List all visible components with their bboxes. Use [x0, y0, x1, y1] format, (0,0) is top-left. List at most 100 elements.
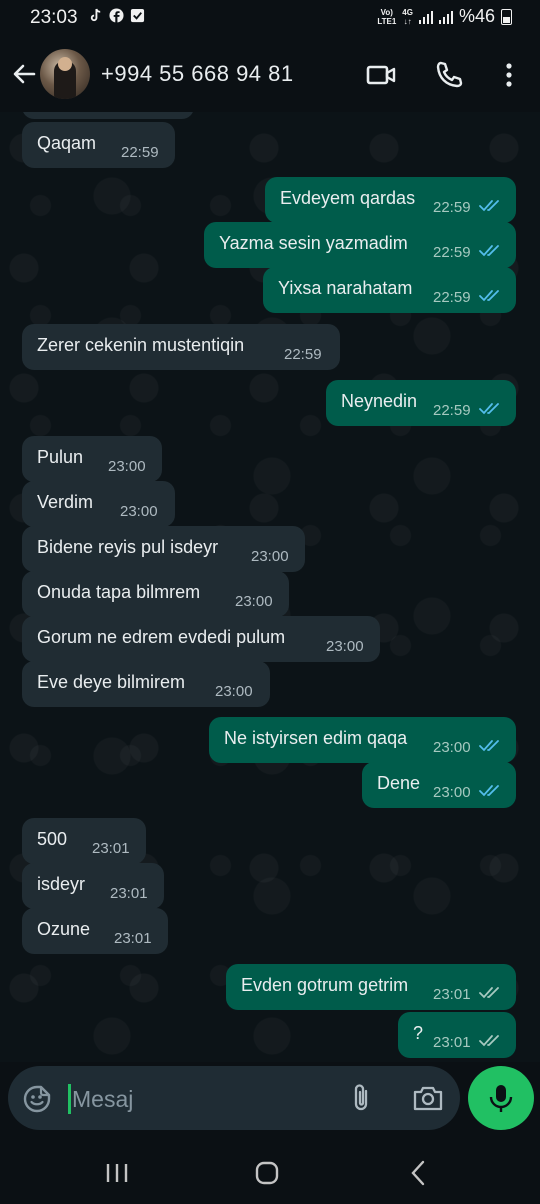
message-bubble[interactable]: Pulun 23:00 — [22, 436, 162, 482]
message-bubble[interactable]: Verdim 23:00 — [22, 481, 175, 527]
message-text: Qaqam — [37, 133, 97, 153]
message-bubble[interactable]: Eve deye bilmirem 23:00 — [22, 661, 270, 707]
message-bubble[interactable]: isdeyr 23:01 — [22, 863, 164, 909]
message-bubble[interactable]: Onuda tapa bilmrem 23:00 — [22, 571, 289, 617]
message-text: Ozune — [37, 919, 91, 939]
message-time: 23:00 — [235, 593, 273, 610]
message-bubble[interactable]: Neynedin 22:59 — [326, 380, 516, 426]
message-time: 22:59 — [284, 346, 322, 363]
message-time: 23:00 — [251, 548, 289, 565]
message-text: Verdim — [37, 492, 94, 512]
message-text: Bidene reyis pul isdeyr — [37, 537, 219, 557]
system-navigation-bar — [0, 1142, 540, 1204]
message-bubble[interactable]: Zerer cekenin mustentiqin 22:59 — [22, 324, 340, 370]
message-text: Yixsa narahatam — [278, 278, 413, 298]
message-time: 23:00 — [215, 683, 253, 700]
text-cursor — [68, 1084, 71, 1114]
message-time: 22:59 — [433, 289, 471, 306]
message-time: 22:59 — [433, 199, 471, 216]
system-indicators: Vo) LTE1 4G ↓↑ %46 — [377, 6, 512, 27]
message-bubble[interactable]: Evden gotrum getrim 23:01 — [226, 964, 516, 1010]
network-type: 4G ↓↑ — [402, 8, 413, 26]
message-input[interactable]: Mesaj — [8, 1066, 460, 1130]
message-bubble[interactable]: ? 23:01 — [398, 1012, 516, 1058]
message-bubble[interactable]: Yazma sesin yazmadim 22:59 — [204, 222, 516, 268]
avatar[interactable] — [40, 49, 90, 99]
attach-icon[interactable] — [348, 1083, 376, 1113]
read-receipt-icon — [479, 200, 499, 212]
message-text: Dene — [377, 773, 421, 793]
message-text: Eve deye bilmirem — [37, 672, 186, 692]
voice-call-icon[interactable] — [432, 58, 466, 92]
message-time: 23:00 — [108, 458, 146, 475]
read-receipt-icon — [479, 245, 499, 257]
message-text: Zerer cekenin mustentiqin — [37, 335, 245, 355]
video-call-icon[interactable] — [364, 58, 398, 92]
voice-record-button[interactable] — [468, 1066, 534, 1130]
message-text: Gorum ne edrem evdedi pulum — [37, 627, 286, 647]
message-bubble[interactable]: Evdeyem qardas 22:59 — [265, 177, 516, 223]
message-text: Ne istyirsen edim qaqa — [224, 728, 408, 748]
message-text: Evdeyem qardas — [280, 188, 416, 208]
message-text: Pulun — [37, 447, 84, 467]
battery-percent: %46 — [458, 6, 495, 26]
data-arrows-icon: ↓↑ — [403, 16, 412, 26]
lte-label: LTE1 — [377, 16, 397, 26]
message-placeholder: Mesaj — [72, 1086, 134, 1112]
read-receipt-icon — [479, 785, 499, 797]
message-bubble[interactable]: Ne istyirsen edim qaqa 23:00 — [209, 717, 516, 763]
message-bubble[interactable]: Gorum ne edrem evdedi pulum 23:00 — [22, 616, 380, 662]
home-icon[interactable] — [250, 1156, 284, 1190]
tiktok-icon — [90, 8, 101, 22]
back-arrow-icon[interactable] — [8, 58, 40, 90]
read-receipt-icon — [479, 290, 499, 302]
message-bubble[interactable]: Dene 23:00 — [362, 762, 516, 808]
nav-back-icon[interactable] — [402, 1156, 436, 1190]
message-text: isdeyr — [37, 874, 86, 894]
message-time: 23:00 — [433, 739, 471, 756]
battery-icon — [501, 8, 512, 25]
mic-icon — [489, 1085, 513, 1112]
delivered-receipt-icon — [479, 1035, 499, 1047]
message-bubble[interactable]: Yixsa narahatam 22:59 — [263, 267, 516, 313]
network-label: 4G — [402, 7, 413, 17]
status-time: 23:03 — [30, 7, 78, 28]
more-options-icon[interactable] — [492, 58, 526, 92]
camera-icon[interactable] — [411, 1083, 445, 1113]
read-receipt-icon — [479, 740, 499, 752]
message-list[interactable]: Qaqam 22:59 Evdeyem qardas 22:59 Yazma s… — [0, 112, 540, 1062]
message-time: 23:01 — [433, 986, 471, 1003]
chat-header: +994 55 668 94 81 — [0, 36, 540, 112]
delivered-receipt-icon — [479, 987, 499, 999]
sticker-icon[interactable] — [22, 1084, 52, 1114]
signal-2-icon — [438, 10, 453, 24]
contact-name[interactable]: +994 55 668 94 81 — [101, 61, 294, 87]
message-text: Evden gotrum getrim — [241, 975, 409, 995]
message-bubble[interactable]: Qaqam 22:59 — [22, 122, 175, 168]
signal-1-icon — [418, 10, 433, 24]
recent-apps-icon[interactable] — [100, 1156, 134, 1190]
message-time: 23:01 — [92, 840, 130, 857]
check-notification-icon — [130, 8, 145, 23]
message-time: 22:59 — [121, 144, 159, 161]
status-bar: 23:03 Vo) LTE1 4G ↓↑ %46 — [0, 0, 540, 36]
volte-label: Vo) — [380, 7, 393, 17]
facebook-icon — [109, 8, 124, 23]
volte-indicator: Vo) LTE1 — [377, 8, 396, 26]
message-time: 22:59 — [433, 244, 471, 261]
message-bubble[interactable]: Bidene reyis pul isdeyr 23:00 — [22, 526, 305, 572]
message-bubble[interactable]: Ozune 23:01 — [22, 908, 168, 954]
message-text: ? — [413, 1023, 424, 1043]
composer-bar: Mesaj — [0, 1062, 540, 1142]
message-text: 500 — [37, 829, 68, 849]
partial-message — [22, 112, 194, 119]
read-receipt-icon — [479, 403, 499, 415]
message-text: Onuda tapa bilmrem — [37, 582, 201, 602]
message-time: 23:00 — [433, 784, 471, 801]
message-bubble[interactable]: 500 23:01 — [22, 818, 146, 864]
message-time: 23:01 — [114, 930, 152, 947]
message-time: 22:59 — [433, 402, 471, 419]
message-time: 23:01 — [110, 885, 148, 902]
message-text: Yazma sesin yazmadim — [219, 233, 408, 253]
message-text: Neynedin — [341, 391, 418, 411]
